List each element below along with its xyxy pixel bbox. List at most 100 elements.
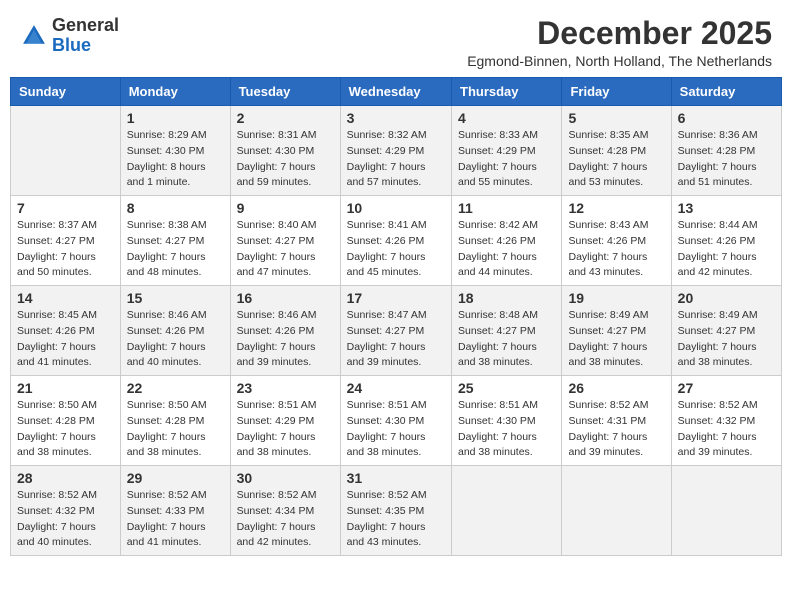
weekday-header-row: SundayMondayTuesdayWednesdayThursdayFrid…	[11, 78, 782, 106]
day-info: Sunrise: 8:35 AMSunset: 4:28 PMDaylight:…	[568, 128, 664, 191]
calendar-cell: 24 Sunrise: 8:51 AMSunset: 4:30 PMDayligh…	[340, 376, 451, 466]
calendar-cell	[11, 106, 121, 196]
day-info: Sunrise: 8:52 AMSunset: 4:32 PMDaylight:…	[678, 398, 775, 461]
day-number: 2	[237, 110, 334, 126]
day-info: Sunrise: 8:42 AMSunset: 4:26 PMDaylight:…	[458, 218, 555, 281]
calendar-cell: 5 Sunrise: 8:35 AMSunset: 4:28 PMDaylight…	[562, 106, 671, 196]
day-number: 3	[347, 110, 445, 126]
calendar-cell: 13 Sunrise: 8:44 AMSunset: 4:26 PMDayligh…	[671, 196, 781, 286]
day-number: 10	[347, 200, 445, 216]
day-info: Sunrise: 8:52 AMSunset: 4:33 PMDaylight:…	[127, 488, 224, 551]
calendar-cell: 9 Sunrise: 8:40 AMSunset: 4:27 PMDaylight…	[230, 196, 340, 286]
day-info: Sunrise: 8:47 AMSunset: 4:27 PMDaylight:…	[347, 308, 445, 371]
calendar-cell: 29Sunrise: 8:52 AMSunset: 4:33 PMDayligh…	[120, 466, 230, 556]
day-info: Sunrise: 8:41 AMSunset: 4:26 PMDaylight:…	[347, 218, 445, 281]
calendar-cell: 1Sunrise: 8:29 AMSunset: 4:30 PMDaylight…	[120, 106, 230, 196]
title-block: December 2025 Egmond-Binnen, North Holla…	[467, 16, 772, 69]
calendar-cell: 15 Sunrise: 8:46 AMSunset: 4:26 PMDayligh…	[120, 286, 230, 376]
calendar-cell: 8 Sunrise: 8:38 AMSunset: 4:27 PMDaylight…	[120, 196, 230, 286]
day-number: 22	[127, 380, 224, 396]
day-info: Sunrise: 8:49 AMSunset: 4:27 PMDaylight:…	[678, 308, 775, 371]
calendar-cell: 23Sunrise: 8:51 AMSunset: 4:29 PMDayligh…	[230, 376, 340, 466]
calendar-table: SundayMondayTuesdayWednesdayThursdayFrid…	[10, 77, 782, 556]
weekday-header-saturday: Saturday	[671, 78, 781, 106]
day-number: 18	[458, 290, 555, 306]
day-info: Sunrise: 8:45 AMSunset: 4:26 PMDaylight:…	[17, 308, 114, 371]
day-number: 17	[347, 290, 445, 306]
day-info: Sunrise: 8:48 AMSunset: 4:27 PMDaylight:…	[458, 308, 555, 371]
day-number: 11	[458, 200, 555, 216]
day-number: 27	[678, 380, 775, 396]
calendar-cell: 14Sunrise: 8:45 AMSunset: 4:26 PMDayligh…	[11, 286, 121, 376]
day-number: 28	[17, 470, 114, 486]
day-number: 8	[127, 200, 224, 216]
calendar-cell: 12 Sunrise: 8:43 AMSunset: 4:26 PMDayligh…	[562, 196, 671, 286]
day-info: Sunrise: 8:29 AMSunset: 4:30 PMDaylight:…	[127, 128, 224, 191]
calendar-week-row: 28 Sunrise: 8:52 AMSunset: 4:32 PMDayligh…	[11, 466, 782, 556]
calendar-week-row: 1Sunrise: 8:29 AMSunset: 4:30 PMDaylight…	[11, 106, 782, 196]
logo: General Blue	[20, 16, 119, 56]
logo-icon	[20, 22, 48, 50]
calendar-cell: 25Sunrise: 8:51 AMSunset: 4:30 PMDayligh…	[452, 376, 562, 466]
day-number: 4	[458, 110, 555, 126]
day-info: Sunrise: 8:51 AMSunset: 4:30 PMDaylight:…	[347, 398, 445, 461]
day-number: 30	[237, 470, 334, 486]
day-info: Sunrise: 8:33 AMSunset: 4:29 PMDaylight:…	[458, 128, 555, 191]
day-info: Sunrise: 8:51 AMSunset: 4:29 PMDaylight:…	[237, 398, 334, 461]
day-info: Sunrise: 8:46 AMSunset: 4:26 PMDaylight:…	[127, 308, 224, 371]
day-info: Sunrise: 8:46 AMSunset: 4:26 PMDaylight:…	[237, 308, 334, 371]
day-number: 20	[678, 290, 775, 306]
day-info: Sunrise: 8:36 AMSunset: 4:28 PMDaylight:…	[678, 128, 775, 191]
calendar-cell: 19 Sunrise: 8:49 AMSunset: 4:27 PMDayligh…	[562, 286, 671, 376]
day-number: 9	[237, 200, 334, 216]
calendar-cell: 21 Sunrise: 8:50 AMSunset: 4:28 PMDayligh…	[11, 376, 121, 466]
calendar-cell: 6 Sunrise: 8:36 AMSunset: 4:28 PMDaylight…	[671, 106, 781, 196]
weekday-header-monday: Monday	[120, 78, 230, 106]
logo-text: General Blue	[52, 16, 119, 56]
calendar-cell: 11 Sunrise: 8:42 AMSunset: 4:26 PMDayligh…	[452, 196, 562, 286]
day-number: 12	[568, 200, 664, 216]
day-number: 7	[17, 200, 114, 216]
day-number: 26	[568, 380, 664, 396]
weekday-header-friday: Friday	[562, 78, 671, 106]
day-info: Sunrise: 8:50 AMSunset: 4:28 PMDaylight:…	[17, 398, 114, 461]
day-info: Sunrise: 8:31 AMSunset: 4:30 PMDaylight:…	[237, 128, 334, 191]
day-info: Sunrise: 8:43 AMSunset: 4:26 PMDaylight:…	[568, 218, 664, 281]
day-number: 24	[347, 380, 445, 396]
weekday-header-tuesday: Tuesday	[230, 78, 340, 106]
calendar-cell: 27 Sunrise: 8:52 AMSunset: 4:32 PMDayligh…	[671, 376, 781, 466]
day-number: 15	[127, 290, 224, 306]
calendar-cell: 10 Sunrise: 8:41 AMSunset: 4:26 PMDayligh…	[340, 196, 451, 286]
day-info: Sunrise: 8:44 AMSunset: 4:26 PMDaylight:…	[678, 218, 775, 281]
calendar-cell: 18 Sunrise: 8:48 AMSunset: 4:27 PMDayligh…	[452, 286, 562, 376]
calendar-cell: 3 Sunrise: 8:32 AMSunset: 4:29 PMDaylight…	[340, 106, 451, 196]
day-info: Sunrise: 8:38 AMSunset: 4:27 PMDaylight:…	[127, 218, 224, 281]
day-info: Sunrise: 8:49 AMSunset: 4:27 PMDaylight:…	[568, 308, 664, 371]
logo-general: General	[52, 15, 119, 35]
day-info: Sunrise: 8:52 AMSunset: 4:31 PMDaylight:…	[568, 398, 664, 461]
calendar-cell: 22 Sunrise: 8:50 AMSunset: 4:28 PMDayligh…	[120, 376, 230, 466]
calendar-cell: 17 Sunrise: 8:47 AMSunset: 4:27 PMDayligh…	[340, 286, 451, 376]
day-number: 5	[568, 110, 664, 126]
day-number: 6	[678, 110, 775, 126]
day-info: Sunrise: 8:40 AMSunset: 4:27 PMDaylight:…	[237, 218, 334, 281]
day-info: Sunrise: 8:32 AMSunset: 4:29 PMDaylight:…	[347, 128, 445, 191]
day-info: Sunrise: 8:52 AMSunset: 4:32 PMDaylight:…	[17, 488, 114, 551]
calendar-cell: 28 Sunrise: 8:52 AMSunset: 4:32 PMDayligh…	[11, 466, 121, 556]
calendar-cell: 30Sunrise: 8:52 AMSunset: 4:34 PMDayligh…	[230, 466, 340, 556]
calendar-week-row: 21 Sunrise: 8:50 AMSunset: 4:28 PMDayligh…	[11, 376, 782, 466]
day-number: 13	[678, 200, 775, 216]
day-number: 19	[568, 290, 664, 306]
calendar-cell	[562, 466, 671, 556]
day-info: Sunrise: 8:37 AMSunset: 4:27 PMDaylight:…	[17, 218, 114, 281]
calendar-cell: 2 Sunrise: 8:31 AMSunset: 4:30 PMDaylight…	[230, 106, 340, 196]
calendar-cell: 4 Sunrise: 8:33 AMSunset: 4:29 PMDaylight…	[452, 106, 562, 196]
day-info: Sunrise: 8:50 AMSunset: 4:28 PMDaylight:…	[127, 398, 224, 461]
page-header: General Blue December 2025 Egmond-Binnen…	[10, 10, 782, 69]
day-number: 21	[17, 380, 114, 396]
location-subtitle: Egmond-Binnen, North Holland, The Nether…	[467, 53, 772, 69]
calendar-cell	[452, 466, 562, 556]
calendar-cell	[671, 466, 781, 556]
calendar-cell: 26 Sunrise: 8:52 AMSunset: 4:31 PMDayligh…	[562, 376, 671, 466]
day-number: 16	[237, 290, 334, 306]
